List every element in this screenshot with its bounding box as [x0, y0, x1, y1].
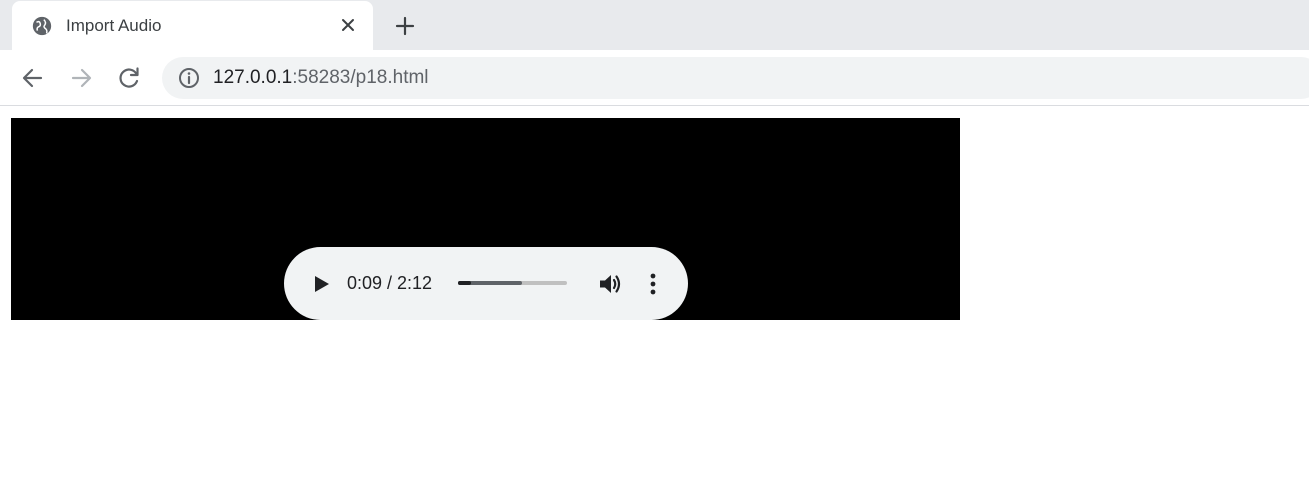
audio-controls: 0:09 / 2:12: [284, 247, 688, 320]
time-display: 0:09 / 2:12: [347, 273, 433, 293]
url-text[interactable]: 127.0.0.1:58283/p18.html: [213, 67, 429, 89]
browser-toolbar: 127.0.0.1:58283/p18.html: [0, 50, 1309, 106]
video-player[interactable]: 0:09 / 2:12: [11, 118, 960, 320]
address-bar[interactable]: 127.0.0.1:58283/p18.html: [162, 57, 1309, 99]
globe-icon: [32, 16, 52, 36]
close-icon[interactable]: [338, 15, 358, 35]
played-bar: [458, 281, 472, 285]
tab-title: Import Audio: [66, 16, 162, 35]
more-vert-icon[interactable]: [648, 271, 658, 297]
tab-import-audio[interactable]: Import Audio: [12, 1, 373, 50]
reload-icon[interactable]: [116, 65, 142, 91]
play-icon[interactable]: [310, 273, 332, 295]
info-icon[interactable]: [178, 67, 200, 89]
seek-slider[interactable]: [458, 281, 567, 285]
arrow-left-icon[interactable]: [20, 65, 46, 91]
tab-strip: Import Audio: [0, 0, 1309, 50]
url-host: 127.0.0.1: [213, 67, 293, 88]
arrow-right-icon[interactable]: [68, 65, 94, 91]
url-path: :58283/p18.html: [292, 67, 429, 88]
plus-icon[interactable]: [393, 14, 417, 38]
volume-icon[interactable]: [597, 271, 623, 297]
